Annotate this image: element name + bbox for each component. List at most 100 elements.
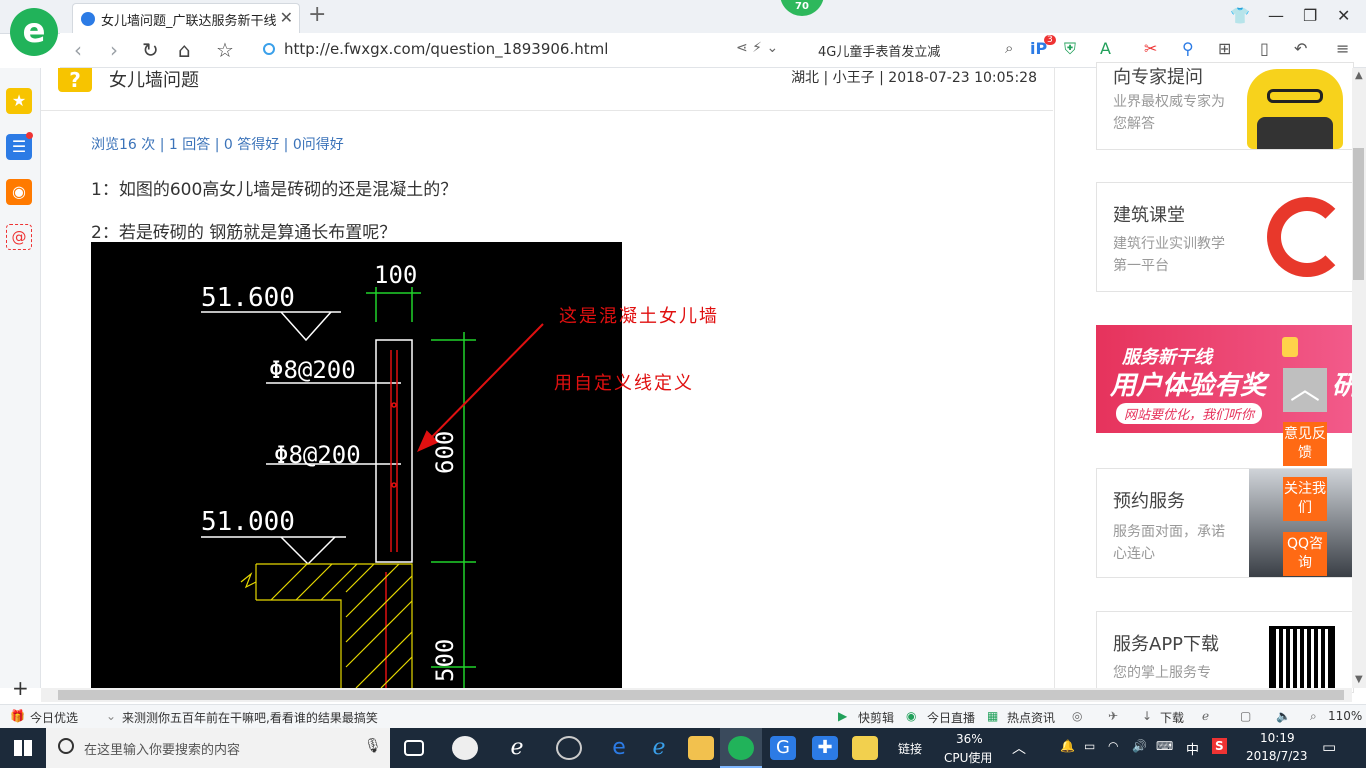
question-stats[interactable]: 浏览16 次 | 1 回答 | 0 答得好 | 0问得好 [91, 134, 344, 154]
taskbar-search[interactable]: 在这里输入你要搜索的内容 🎙 [46, 728, 390, 768]
search-icon[interactable]: ⌕ [1005, 39, 1013, 57]
search-box[interactable]: 4G儿童手表首发立减 ⌕ [810, 39, 1028, 61]
action-center-icon[interactable]: ▭ [1322, 738, 1336, 756]
tab-close-icon[interactable]: ✕ [280, 8, 293, 27]
card-building-class[interactable]: 建筑课堂 建筑行业实训教学第一平台 [1096, 182, 1354, 292]
annotation-custom-line: 用自定义线定义 [554, 373, 694, 394]
forward-icon[interactable]: › [110, 38, 118, 62]
vertical-scroll-thumb[interactable] [1353, 148, 1364, 280]
app-spiral-icon[interactable] [556, 736, 582, 760]
tray-keyboard-icon[interactable]: ⌨ [1156, 739, 1173, 753]
share-icon[interactable]: ⋖ ⚡ ⌄ [736, 40, 778, 56]
browser-logo-icon[interactable]: e [10, 8, 58, 56]
pin-icon[interactable]: ✈ [1108, 709, 1118, 723]
app-browser-icon [728, 736, 754, 760]
back-icon[interactable]: ‹ [74, 38, 82, 62]
card-app-download[interactable]: 服务APP下载 您的掌上服务专 [1096, 611, 1354, 693]
banner-line-2-tail: 研 [1332, 365, 1352, 402]
cad-rebar-label-2: Φ8@200 [274, 441, 361, 469]
card-ask-expert[interactable]: 向专家提问 业界最权威专家为您解答 [1096, 62, 1354, 150]
add-sidebar-icon[interactable]: + [12, 676, 29, 700]
banner-line-3: 网站要优化，我们听你 [1116, 403, 1263, 424]
app-explorer-icon[interactable] [688, 736, 714, 760]
live-link[interactable]: 今日直播 [927, 709, 975, 726]
scroll-up-icon[interactable]: ▲ [1355, 70, 1363, 81]
speed-icon[interactable]: ◎ [1072, 709, 1082, 723]
home-icon[interactable]: ⌂ [178, 38, 191, 62]
follow-us-button[interactable]: 关注我们 [1283, 477, 1327, 521]
qq-consult-button[interactable]: QQ咨询 [1283, 532, 1327, 576]
clock-date[interactable]: 2018/7/23 [1246, 749, 1308, 763]
app-pinwheel-icon[interactable] [452, 736, 478, 760]
search-input[interactable]: 4G儿童手表首发立减 [818, 41, 940, 60]
tray-bell-icon[interactable]: 🔔 [1060, 739, 1075, 753]
favorite-star-icon[interactable]: ☆ [216, 38, 234, 62]
tray-battery-icon[interactable]: ▭ [1084, 739, 1095, 753]
address-bar[interactable]: http://e.fwxgx.com/question_1893906.html [284, 40, 608, 58]
tab-title: 女儿墙问题_广联达服务新干线 [101, 14, 277, 29]
favorites-star-icon[interactable]: ★ [6, 88, 32, 114]
horizontal-scroll-thumb[interactable] [58, 690, 1344, 700]
taskbar-search-input[interactable]: 在这里输入你要搜索的内容 [84, 739, 240, 758]
microphone-icon[interactable]: 🎙 [364, 738, 382, 754]
column-divider [1054, 68, 1055, 688]
tray-ime[interactable]: 中 [1186, 739, 1199, 758]
card-building-class-title: 建筑课堂 [1113, 205, 1185, 226]
close-window-button[interactable]: ✕ [1337, 6, 1350, 25]
minimize-button[interactable]: — [1268, 6, 1284, 25]
app-g-icon[interactable]: G [770, 736, 796, 760]
red-envelope-icon [1282, 337, 1298, 357]
volume-icon[interactable]: 🔈 [1276, 709, 1291, 723]
tray-wifi-icon[interactable]: ◠ [1108, 739, 1118, 753]
download-link[interactable]: 下载 [1160, 709, 1184, 726]
card-building-class-sub: 建筑行业实训教学第一平台 [1113, 236, 1225, 274]
zoom-level[interactable]: 110% [1328, 709, 1362, 723]
refresh-icon[interactable]: ↻ [142, 38, 159, 62]
app-plus-icon[interactable]: ✚ [812, 736, 838, 760]
magnifier-icon[interactable]: ⚲ [1182, 39, 1194, 58]
weibo-icon[interactable]: ◉ [6, 179, 32, 205]
card-booking-sub: 服务面对面，承诺心连心 [1113, 524, 1225, 562]
app-edge-icon[interactable]: e [606, 736, 632, 760]
mail-icon[interactable]: @ [6, 224, 32, 250]
undo-icon[interactable]: ↶ [1294, 39, 1307, 58]
site-security-icon[interactable] [263, 43, 275, 55]
today-picks-link[interactable]: 今日优选 [30, 709, 78, 726]
phone-icon[interactable]: ▯ [1260, 39, 1269, 58]
task-view-icon[interactable] [404, 740, 424, 756]
ie-mode-icon[interactable]: ℯ [1202, 709, 1209, 723]
app-ie-icon[interactable]: ℯ [646, 736, 672, 760]
left-sidebar: ★ ☰ ◉ @ + [0, 68, 41, 700]
new-tab-button[interactable]: + [308, 2, 326, 27]
tab-active[interactable]: 女儿墙问题_广联达服务新干线 ✕ [72, 3, 300, 34]
cpu-label: CPU使用 [944, 751, 993, 765]
taskbar-links[interactable]: 链接 [898, 740, 922, 757]
windows-start-icon[interactable] [14, 740, 32, 756]
app-notes-icon[interactable] [852, 736, 878, 760]
apps-icon[interactable]: ⊞ [1218, 39, 1231, 58]
shield-icon[interactable]: ⛨ [1064, 39, 1076, 59]
tray-volume-icon[interactable]: 🔊 [1132, 739, 1147, 753]
app-edge-old-icon[interactable]: ℯ [504, 736, 530, 760]
chevron-down-icon[interactable]: ⌄ [106, 709, 116, 723]
clock-time[interactable]: 10:19 [1260, 731, 1295, 745]
tray-s-icon[interactable]: S [1212, 738, 1227, 754]
news-ticker-link[interactable]: 来测测你五百年前在干嘛吧,看看谁的结果最搞笑 [122, 709, 378, 726]
tray-up-icon[interactable]: ︿ [1012, 738, 1026, 758]
card-booking-title: 预约服务 [1113, 491, 1185, 512]
window-mode-icon[interactable]: ▢ [1240, 709, 1251, 723]
cut-icon[interactable]: ✂ [1144, 39, 1157, 58]
skin-icon[interactable]: 👕 [1230, 6, 1250, 25]
feedback-button[interactable]: 意见反馈 [1283, 422, 1327, 466]
restore-button[interactable]: ❐ [1303, 6, 1317, 25]
back-to-top-button[interactable]: ︿ [1283, 368, 1327, 412]
quick-cut-link[interactable]: 快剪辑 [858, 709, 894, 726]
cortana-icon [58, 738, 74, 754]
taskbar-active-app[interactable] [720, 728, 762, 768]
expert-mascot-icon [1247, 69, 1343, 149]
hot-news-link[interactable]: 热点资讯 [1007, 709, 1055, 726]
menu-icon[interactable]: ≡ [1336, 39, 1349, 58]
translate-icon[interactable]: A [1100, 39, 1111, 58]
question-mark-icon: ? [58, 68, 92, 92]
scroll-down-icon[interactable]: ▼ [1355, 674, 1363, 685]
